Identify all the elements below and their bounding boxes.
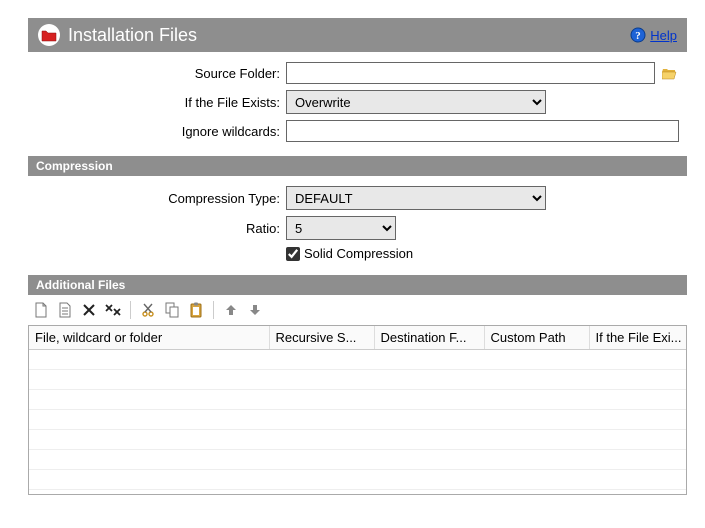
solid-compression-label: Solid Compression [304, 246, 413, 261]
help-icon: ? [630, 27, 646, 43]
col-file-exists[interactable]: If the File Exi... [589, 326, 687, 350]
edit-button[interactable] [56, 301, 74, 319]
title-bar: Installation Files ? Help [28, 18, 687, 52]
table-row[interactable] [29, 410, 687, 430]
source-folder-input[interactable] [286, 62, 655, 84]
table-row[interactable] [29, 390, 687, 410]
edit-file-icon [58, 302, 72, 318]
move-up-button[interactable] [222, 301, 240, 319]
page-title: Installation Files [68, 25, 630, 46]
compression-section-header: Compression [28, 156, 687, 176]
delete-button[interactable] [80, 301, 98, 319]
help-link[interactable]: Help [650, 28, 677, 43]
copy-button[interactable] [163, 301, 181, 319]
copy-icon [165, 302, 179, 318]
move-down-button[interactable] [246, 301, 264, 319]
col-recursive[interactable]: Recursive S... [269, 326, 374, 350]
toolbar-separator [130, 301, 131, 319]
new-file-icon [34, 302, 48, 318]
delete-all-icon [105, 303, 121, 317]
solid-compression-row[interactable]: Solid Compression [286, 246, 413, 261]
compression-type-label: Compression Type: [36, 191, 286, 206]
table-row[interactable] [29, 470, 687, 490]
file-exists-select[interactable]: Overwrite [286, 90, 546, 114]
paste-button[interactable] [187, 301, 205, 319]
table-header-row: File, wildcard or folder Recursive S... … [29, 326, 687, 350]
table-row[interactable] [29, 430, 687, 450]
source-folder-label: Source Folder: [36, 66, 286, 81]
arrow-up-icon [224, 303, 238, 317]
delete-icon [82, 303, 96, 317]
cut-button[interactable] [139, 301, 157, 319]
ignore-wildcards-input[interactable] [286, 120, 679, 142]
new-button[interactable] [32, 301, 50, 319]
cut-icon [141, 303, 155, 317]
toolbar-separator [213, 301, 214, 319]
folder-open-icon [662, 66, 678, 80]
col-destination[interactable]: Destination F... [374, 326, 484, 350]
ratio-select[interactable]: 5 [286, 216, 396, 240]
additional-files-section-header: Additional Files [28, 275, 687, 295]
col-custom-path[interactable]: Custom Path [484, 326, 589, 350]
delete-all-button[interactable] [104, 301, 122, 319]
additional-files-toolbar [28, 295, 687, 325]
svg-text:?: ? [636, 30, 642, 42]
browse-folder-button[interactable] [661, 64, 679, 82]
table-row[interactable] [29, 350, 687, 370]
app-icon [38, 24, 60, 46]
table-row[interactable] [29, 450, 687, 470]
additional-files-table[interactable]: File, wildcard or folder Recursive S... … [28, 325, 687, 495]
compression-type-select[interactable]: DEFAULT [286, 186, 546, 210]
solid-compression-checkbox[interactable] [286, 247, 300, 261]
file-exists-label: If the File Exists: [36, 95, 286, 110]
col-file[interactable]: File, wildcard or folder [29, 326, 269, 350]
paste-icon [189, 302, 203, 318]
ignore-wildcards-label: Ignore wildcards: [36, 124, 286, 139]
ratio-label: Ratio: [36, 221, 286, 236]
arrow-down-icon [248, 303, 262, 317]
table-row[interactable] [29, 370, 687, 390]
